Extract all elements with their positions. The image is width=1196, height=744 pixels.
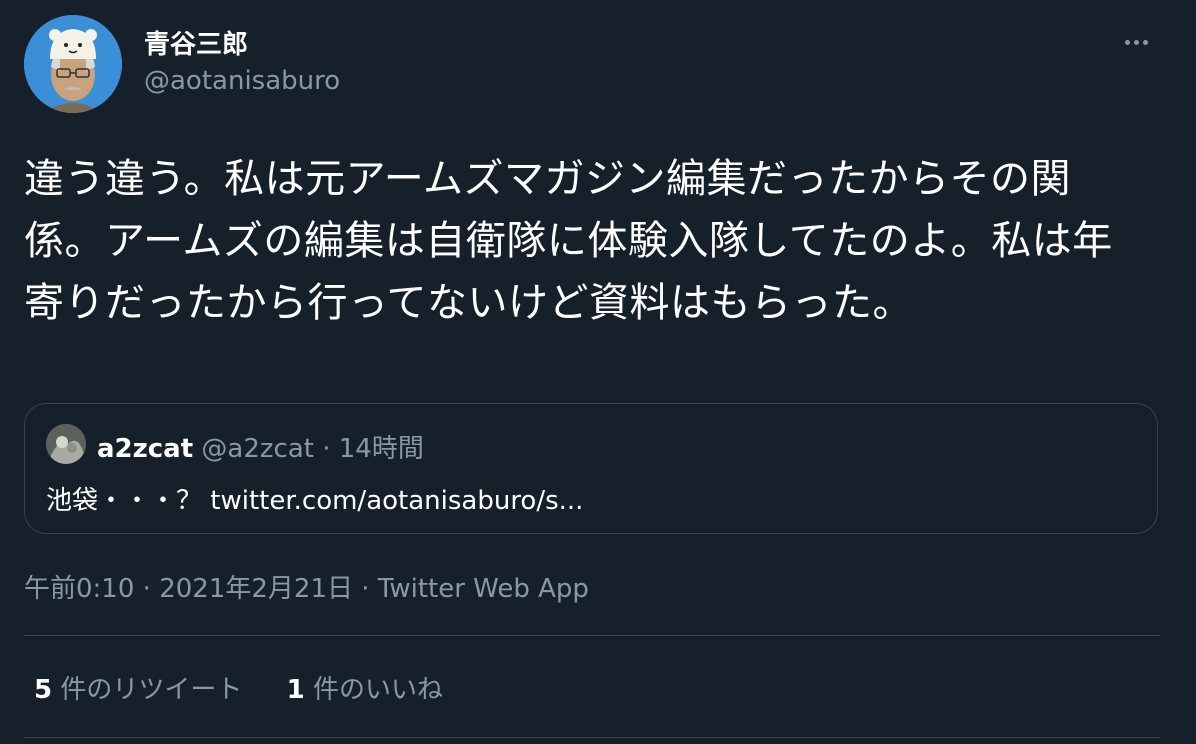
author-handle[interactable]: @aotanisaburo (144, 66, 340, 96)
quoted-tweet-header: a2zcat @a2zcat · 14時間 (97, 428, 424, 465)
likes-stat[interactable]: 1 件のいいね (287, 675, 443, 705)
quoted-tweet-text: 池袋・・・？ twitter.com/aotanisaburo/s... (46, 486, 584, 516)
tweet-time-link[interactable]: 午前0:10 (24, 574, 134, 604)
more-options-button[interactable] (1118, 28, 1154, 56)
tweet-text: 違う違う。私は元アームズマガジン編集だったからその関係。アームズの編集は自衛隊に… (24, 156, 1113, 326)
more-dot (1133, 39, 1139, 45)
meta-separator: · (352, 574, 378, 604)
meta-separator: · (134, 574, 160, 604)
more-dot (1142, 39, 1148, 45)
retweet-count: 5 (34, 675, 53, 705)
quoted-author-name[interactable]: a2zcat (97, 434, 193, 464)
retweet-label: 件のリツイート (52, 675, 243, 705)
divider (24, 635, 1160, 636)
tweet: 青谷三郎 @aotanisaburo 違う違う。私は元アームズマガジン編集だった… (0, 0, 1196, 744)
tweet-source-link[interactable]: Twitter Web App (378, 574, 589, 604)
tweet-stats: 5 件のリツイート 1 件のいいね (34, 669, 479, 706)
retweets-stat[interactable]: 5 件のリツイート (34, 675, 242, 705)
tweet-timestamp: 午前0:10 · 2021年2月21日 · Twitter Web App (24, 568, 589, 605)
quoted-author-meta: @a2zcat · 14時間 (201, 434, 424, 464)
tweet-date-link[interactable]: 2021年2月21日 (159, 574, 353, 604)
quoted-tweet[interactable]: a2zcat @a2zcat · 14時間 池袋・・・？ twitter.com… (24, 403, 1158, 534)
author-avatar[interactable] (24, 15, 122, 113)
divider (24, 737, 1160, 738)
like-label: 件のいいね (304, 675, 443, 705)
author-display-name[interactable]: 青谷三郎 (144, 24, 248, 61)
like-count: 1 (286, 675, 305, 705)
more-horizontal-icon (1124, 39, 1130, 45)
quoted-author-avatar[interactable] (46, 424, 86, 464)
